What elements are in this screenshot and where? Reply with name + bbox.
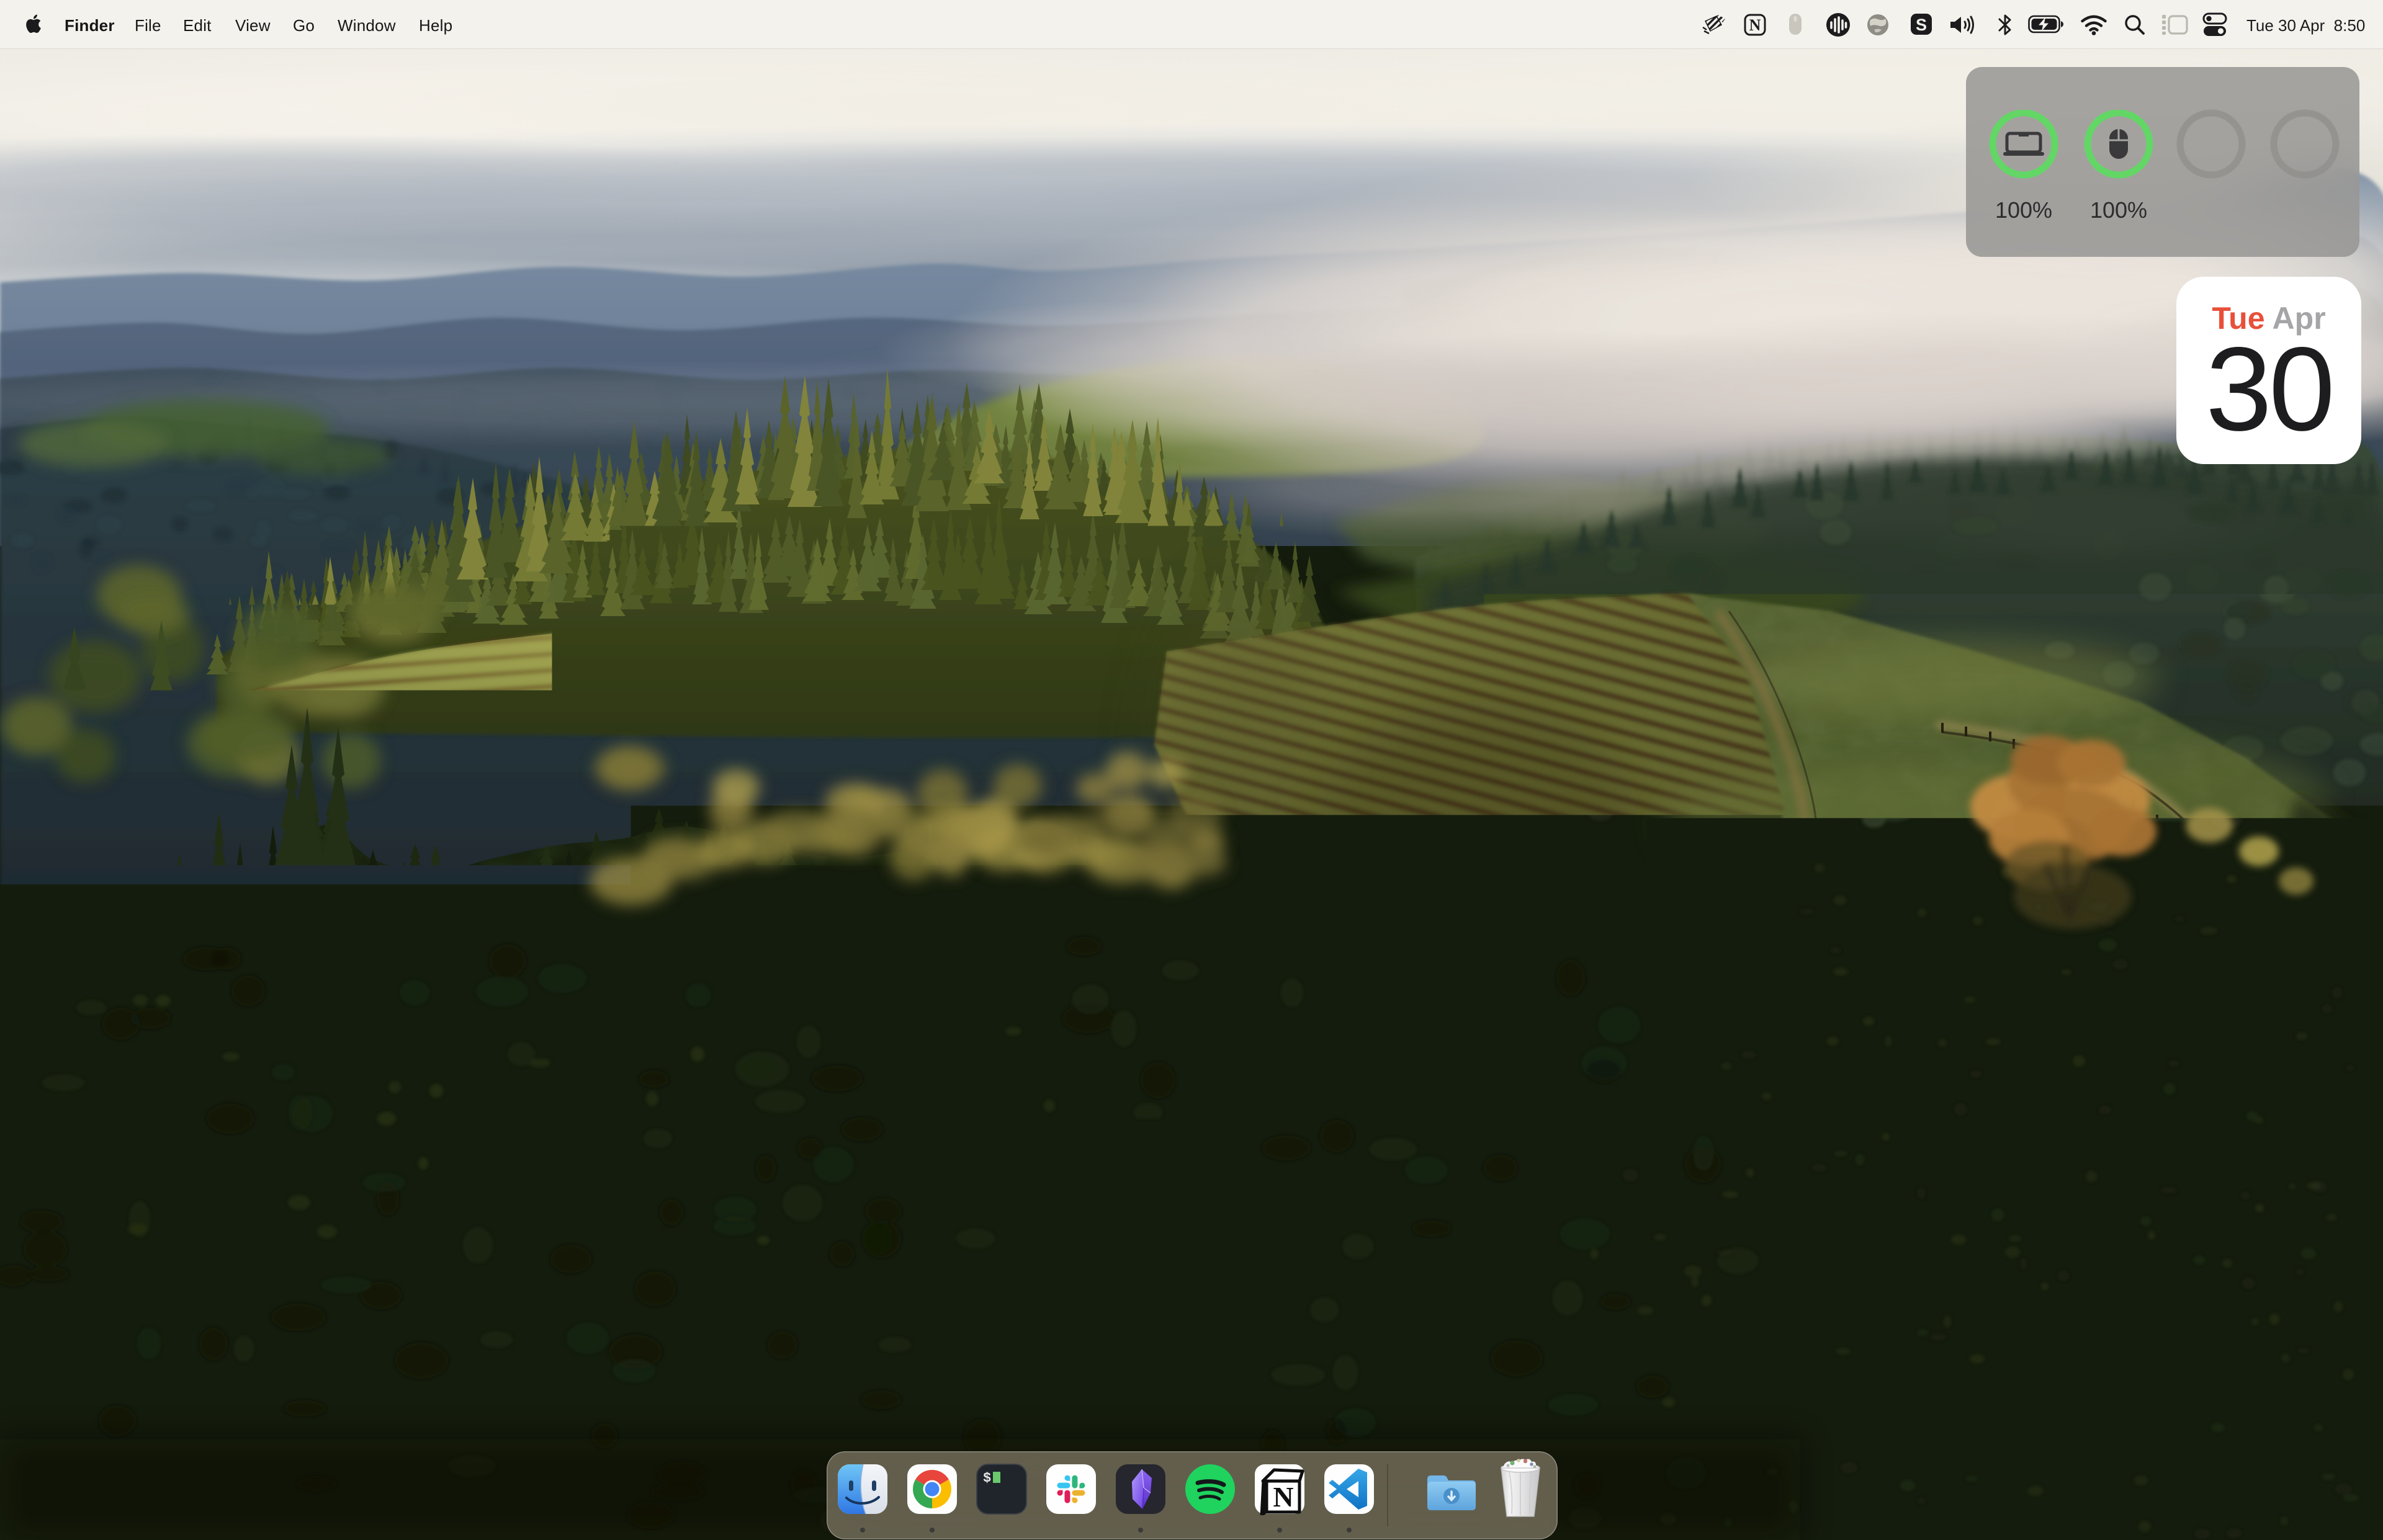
svg-text:S: S: [1916, 16, 1927, 34]
svg-text:N: N: [1749, 16, 1761, 34]
svg-text:$: $: [983, 1471, 991, 1486]
svg-text:100%: 100%: [2090, 197, 2147, 223]
svg-text:N: N: [1273, 1481, 1293, 1513]
svg-text:100%: 100%: [1995, 197, 2052, 223]
